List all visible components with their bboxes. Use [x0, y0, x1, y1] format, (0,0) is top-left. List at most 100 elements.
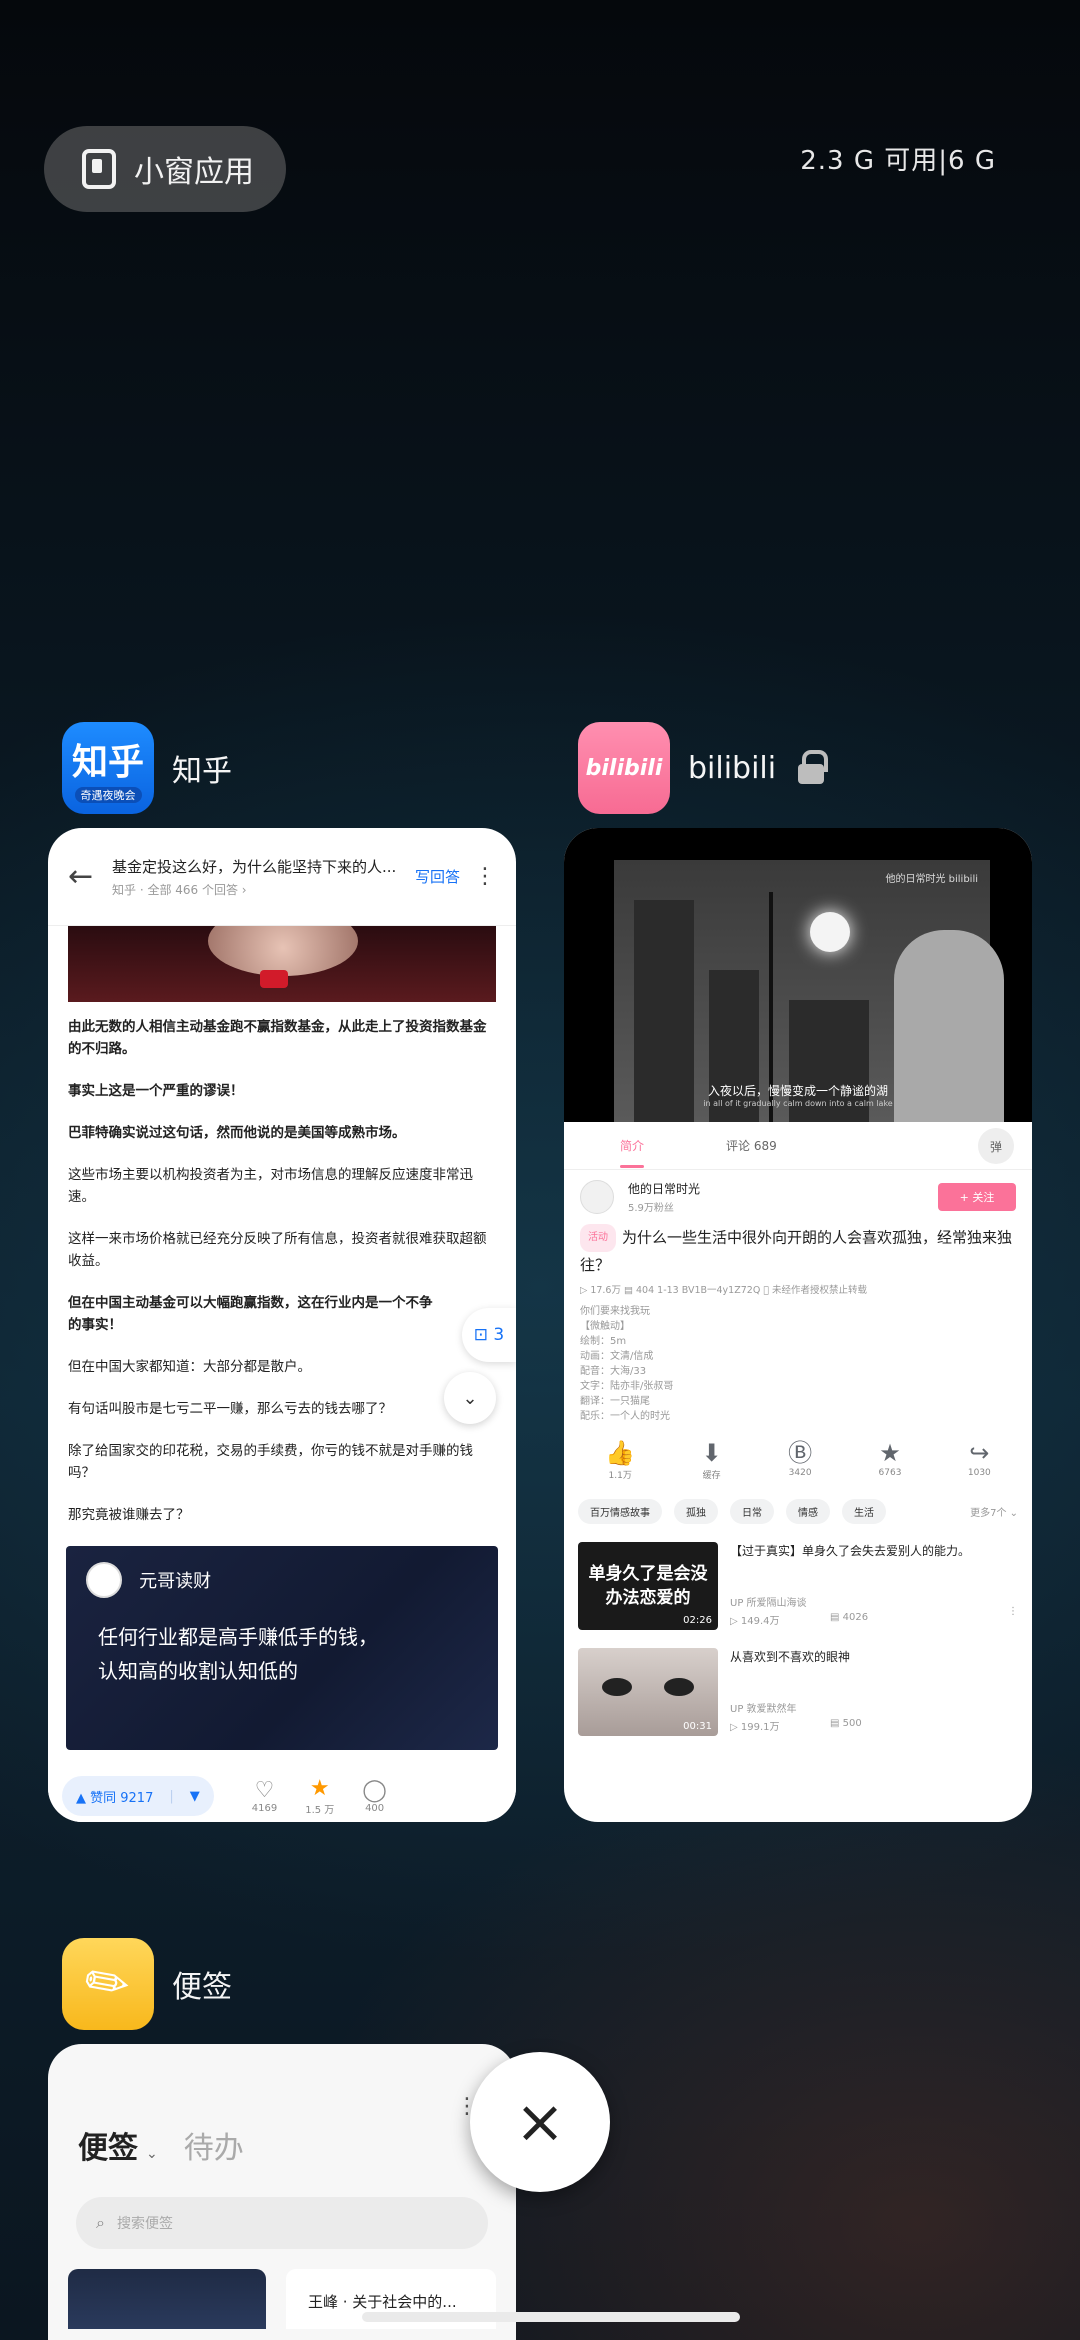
- coin-button[interactable]: Ⓑ 3420: [788, 1438, 812, 1481]
- more-options-icon[interactable]: ⋮: [474, 864, 496, 889]
- video-action-row: 👍 1.1万 ⬇ 缓存 Ⓑ 3420 ★ 6763 ↪ 1030: [564, 1424, 1032, 1481]
- tag-chip[interactable]: 日常: [730, 1499, 774, 1524]
- downvote-icon[interactable]: ▼: [190, 1789, 200, 1804]
- fans-count: 5.9万粉丝: [628, 1203, 674, 1214]
- answer-paragraph: 有句话叫股市是七亏二平一赚，那么亏去的钱去哪了？: [68, 1401, 392, 1417]
- more-tags-button[interactable]: 更多7个 ⌄: [970, 1504, 1018, 1519]
- home-indicator[interactable]: [362, 2312, 740, 2322]
- tab-comments[interactable]: 评论 689: [726, 1137, 777, 1154]
- search-input[interactable]: ⌕ 搜索便签: [76, 2197, 488, 2249]
- collection-float-button[interactable]: ⊡ 3: [462, 1308, 516, 1362]
- bilibili-recent-card[interactable]: 他的日常时光 bilibili 入夜以后，慢慢变成一个静谧的湖 in all o…: [564, 828, 1032, 1822]
- star-icon: ★: [879, 1439, 901, 1467]
- recommended-danmu: ▤ 4026: [830, 1612, 869, 1623]
- quote-line: 认知高的收割认知低的: [98, 1659, 298, 1683]
- comment-icon: ◯: [362, 1777, 387, 1803]
- bilibili-app-icon: bilibili: [578, 722, 670, 814]
- floating-window-icon: [82, 149, 116, 189]
- video-player[interactable]: 他的日常时光 bilibili 入夜以后，慢慢变成一个静谧的湖 in all o…: [564, 828, 1032, 1122]
- comment-button[interactable]: ◯ 400: [362, 1777, 387, 1814]
- zhihu-app-icon: 知乎 奇遇夜晚会: [62, 722, 154, 814]
- activity-tag: 活动: [580, 1224, 616, 1252]
- tag-chips: 百万情感故事 孤独 日常 情感 生活 更多7个 ⌄: [564, 1481, 1032, 1524]
- tag-chip[interactable]: 生活: [842, 1499, 886, 1524]
- floating-window-apps-button[interactable]: 小窗应用: [44, 126, 286, 212]
- more-options-icon[interactable]: ⋮: [48, 2044, 516, 2119]
- answer-paragraph: 这些市场主要以机构投资者为主，对市场信息的理解反应速度非常迅速。: [68, 1167, 473, 1205]
- avatar: [86, 1562, 122, 1598]
- avatar[interactable]: [580, 1180, 614, 1214]
- video-duration: 00:31: [683, 1721, 712, 1732]
- like-button[interactable]: ♡ 4169: [252, 1777, 277, 1814]
- pencil-icon: ✎: [72, 1946, 144, 2022]
- tag-chip[interactable]: 情感: [786, 1499, 830, 1524]
- quote-card: 元哥读财 任何行业都是高手赚低手的钱， 认知高的收割认知低的: [66, 1546, 498, 1750]
- video-thumbnail: 00:31: [578, 1648, 718, 1736]
- uploader-row: 他的日常时光 5.9万粉丝 + 关注: [564, 1170, 1032, 1224]
- zhihu-recent-card[interactable]: ← 基金定投这么好，为什么能坚持下来的人... 知乎 · 全部 466 个回答 …: [48, 828, 516, 1822]
- recommended-video[interactable]: 单身久了是会没办法恋爱的 02:26 【过于真实】单身久了会失去爱别人的能力。 …: [564, 1524, 1032, 1630]
- danmu-toggle-icon[interactable]: 弹: [978, 1128, 1014, 1164]
- recommended-title: 从喜欢到不喜欢的眼神: [730, 1650, 851, 1664]
- chevron-down-icon[interactable]: ⌄: [146, 2146, 158, 2162]
- vote-button[interactable]: ▲ 赞同 9217 | ▼: [62, 1776, 214, 1816]
- tag-chip[interactable]: 百万情感故事: [578, 1499, 662, 1524]
- recommended-views: ▷ 199.1万: [730, 1722, 780, 1733]
- video-subtitle: 入夜以后，慢慢变成一个静谧的湖 in all of it gradually c…: [703, 1084, 893, 1108]
- share-button[interactable]: ↪ 1030: [968, 1438, 991, 1481]
- write-answer-button[interactable]: 写回答: [415, 866, 460, 887]
- note-thumbnail[interactable]: [68, 2269, 266, 2329]
- favorite-button[interactable]: ★ 1.5 万: [305, 1775, 334, 1816]
- answer-body: 由此无数的人相信主动基金跑不赢指数基金，从此走上了投资指数基金的不归路。 事实上…: [48, 1002, 516, 1526]
- scroll-down-button[interactable]: ⌄: [444, 1372, 496, 1424]
- memory-status: 2.3 G 可用|6 G: [800, 146, 996, 176]
- more-options-icon[interactable]: ⋮: [1008, 1606, 1018, 1617]
- recommended-title: 【过于真实】单身久了会失去爱别人的能力。: [730, 1544, 971, 1558]
- bilibili-app-header[interactable]: bilibili bilibili: [578, 722, 829, 814]
- question-title[interactable]: 基金定投这么好，为什么能坚持下来的人...: [112, 856, 415, 877]
- coin-icon: Ⓑ: [788, 1439, 813, 1467]
- notes-app-header[interactable]: ✎ 便签: [62, 1938, 232, 2030]
- video-duration: 02:26: [683, 1615, 712, 1626]
- back-arrow-icon[interactable]: ←: [68, 859, 112, 894]
- search-icon: ⌕: [96, 2213, 105, 2232]
- recommended-views: ▷ 149.4万: [730, 1616, 780, 1627]
- zhihu-question-header: ← 基金定投这么好，为什么能坚持下来的人... 知乎 · 全部 466 个回答 …: [48, 828, 516, 926]
- video-thumbnail: 单身久了是会没办法恋爱的 02:26: [578, 1542, 718, 1630]
- todo-tab[interactable]: 待办: [184, 2123, 244, 2167]
- favorite-button[interactable]: ★ 6763: [879, 1438, 902, 1481]
- recommended-video[interactable]: 00:31 从喜欢到不喜欢的眼神 UP 敦爱默然年 ▷ 199.1万 ▤ 500: [564, 1630, 1032, 1736]
- video-description: 你们要来找我玩 【微触动】 绘制：5m 动画：文清/信成 配音：大海/33 文字…: [580, 1306, 674, 1422]
- lock-icon[interactable]: [798, 750, 829, 784]
- answer-count[interactable]: 知乎 · 全部 466 个回答 ›: [112, 881, 415, 898]
- tab-intro[interactable]: 简介: [620, 1137, 645, 1168]
- star-icon: ★: [309, 1775, 330, 1801]
- answer-paragraph: 巴菲特确实说过这句话，然而他说的是美国等成熟市场。: [68, 1125, 406, 1141]
- notes-tab[interactable]: 便签: [78, 2123, 138, 2167]
- like-button[interactable]: 👍 1.1万: [605, 1438, 635, 1481]
- answer-paragraph: 这样一来市场价格就已经充分反映了所有信息，投资者就很难获取超额收益。: [68, 1231, 487, 1269]
- upvote-label[interactable]: ▲ 赞同 9217: [76, 1787, 153, 1806]
- share-icon: ↪: [969, 1439, 990, 1467]
- video-stats: ▷ 17.6万 ▤ 404 1-13 BV1B一4y1Z72Q ⃠ 未经作者授权…: [580, 1285, 868, 1296]
- quote-line: 任何行业都是高手赚低手的钱，: [98, 1625, 378, 1649]
- tag-chip[interactable]: 孤独: [674, 1499, 718, 1524]
- cache-button[interactable]: ⬇ 缓存: [702, 1438, 722, 1481]
- answer-paragraph: 但在中国大家都知道：大部分都是散户。: [68, 1359, 311, 1375]
- video-tabs: 简介 评论 689 弹: [564, 1122, 1032, 1170]
- recommended-uploader: UP 敦爱默然年: [730, 1704, 797, 1715]
- follow-button[interactable]: + 关注: [938, 1183, 1016, 1211]
- uploader-name[interactable]: 他的日常时光: [628, 1180, 700, 1197]
- video-title[interactable]: 活动 为什么一些生活中很外向开朗的人会喜欢孤独，经常独来独往？: [564, 1224, 1032, 1278]
- clear-all-button[interactable]: ×: [470, 2052, 610, 2192]
- thumbs-up-icon: 👍: [605, 1439, 636, 1467]
- heart-icon: ♡: [254, 1777, 275, 1803]
- answer-image: [68, 926, 496, 1002]
- zhihu-app-header[interactable]: 知乎 奇遇夜晚会 知乎: [62, 722, 232, 814]
- double-chevron-down-icon: ⌄: [462, 1387, 478, 1409]
- answer-paragraph: 除了给国家交的印花税，交易的手续费，你亏的钱不就是对手赚的钱吗？: [68, 1443, 473, 1481]
- answer-action-bar: ▲ 赞同 9217 | ▼ ♡ 4169 ★ 1.5 万 ◯ 400: [48, 1770, 516, 1822]
- download-icon: ⬇: [701, 1439, 722, 1467]
- answer-paragraph: 那究竟被谁赚去了？: [68, 1507, 190, 1523]
- notes-recent-card[interactable]: ⋮ 便签 ⌄ 待办 ⌕ 搜索便签 王峰 · 关于社会中的...: [48, 2044, 516, 2340]
